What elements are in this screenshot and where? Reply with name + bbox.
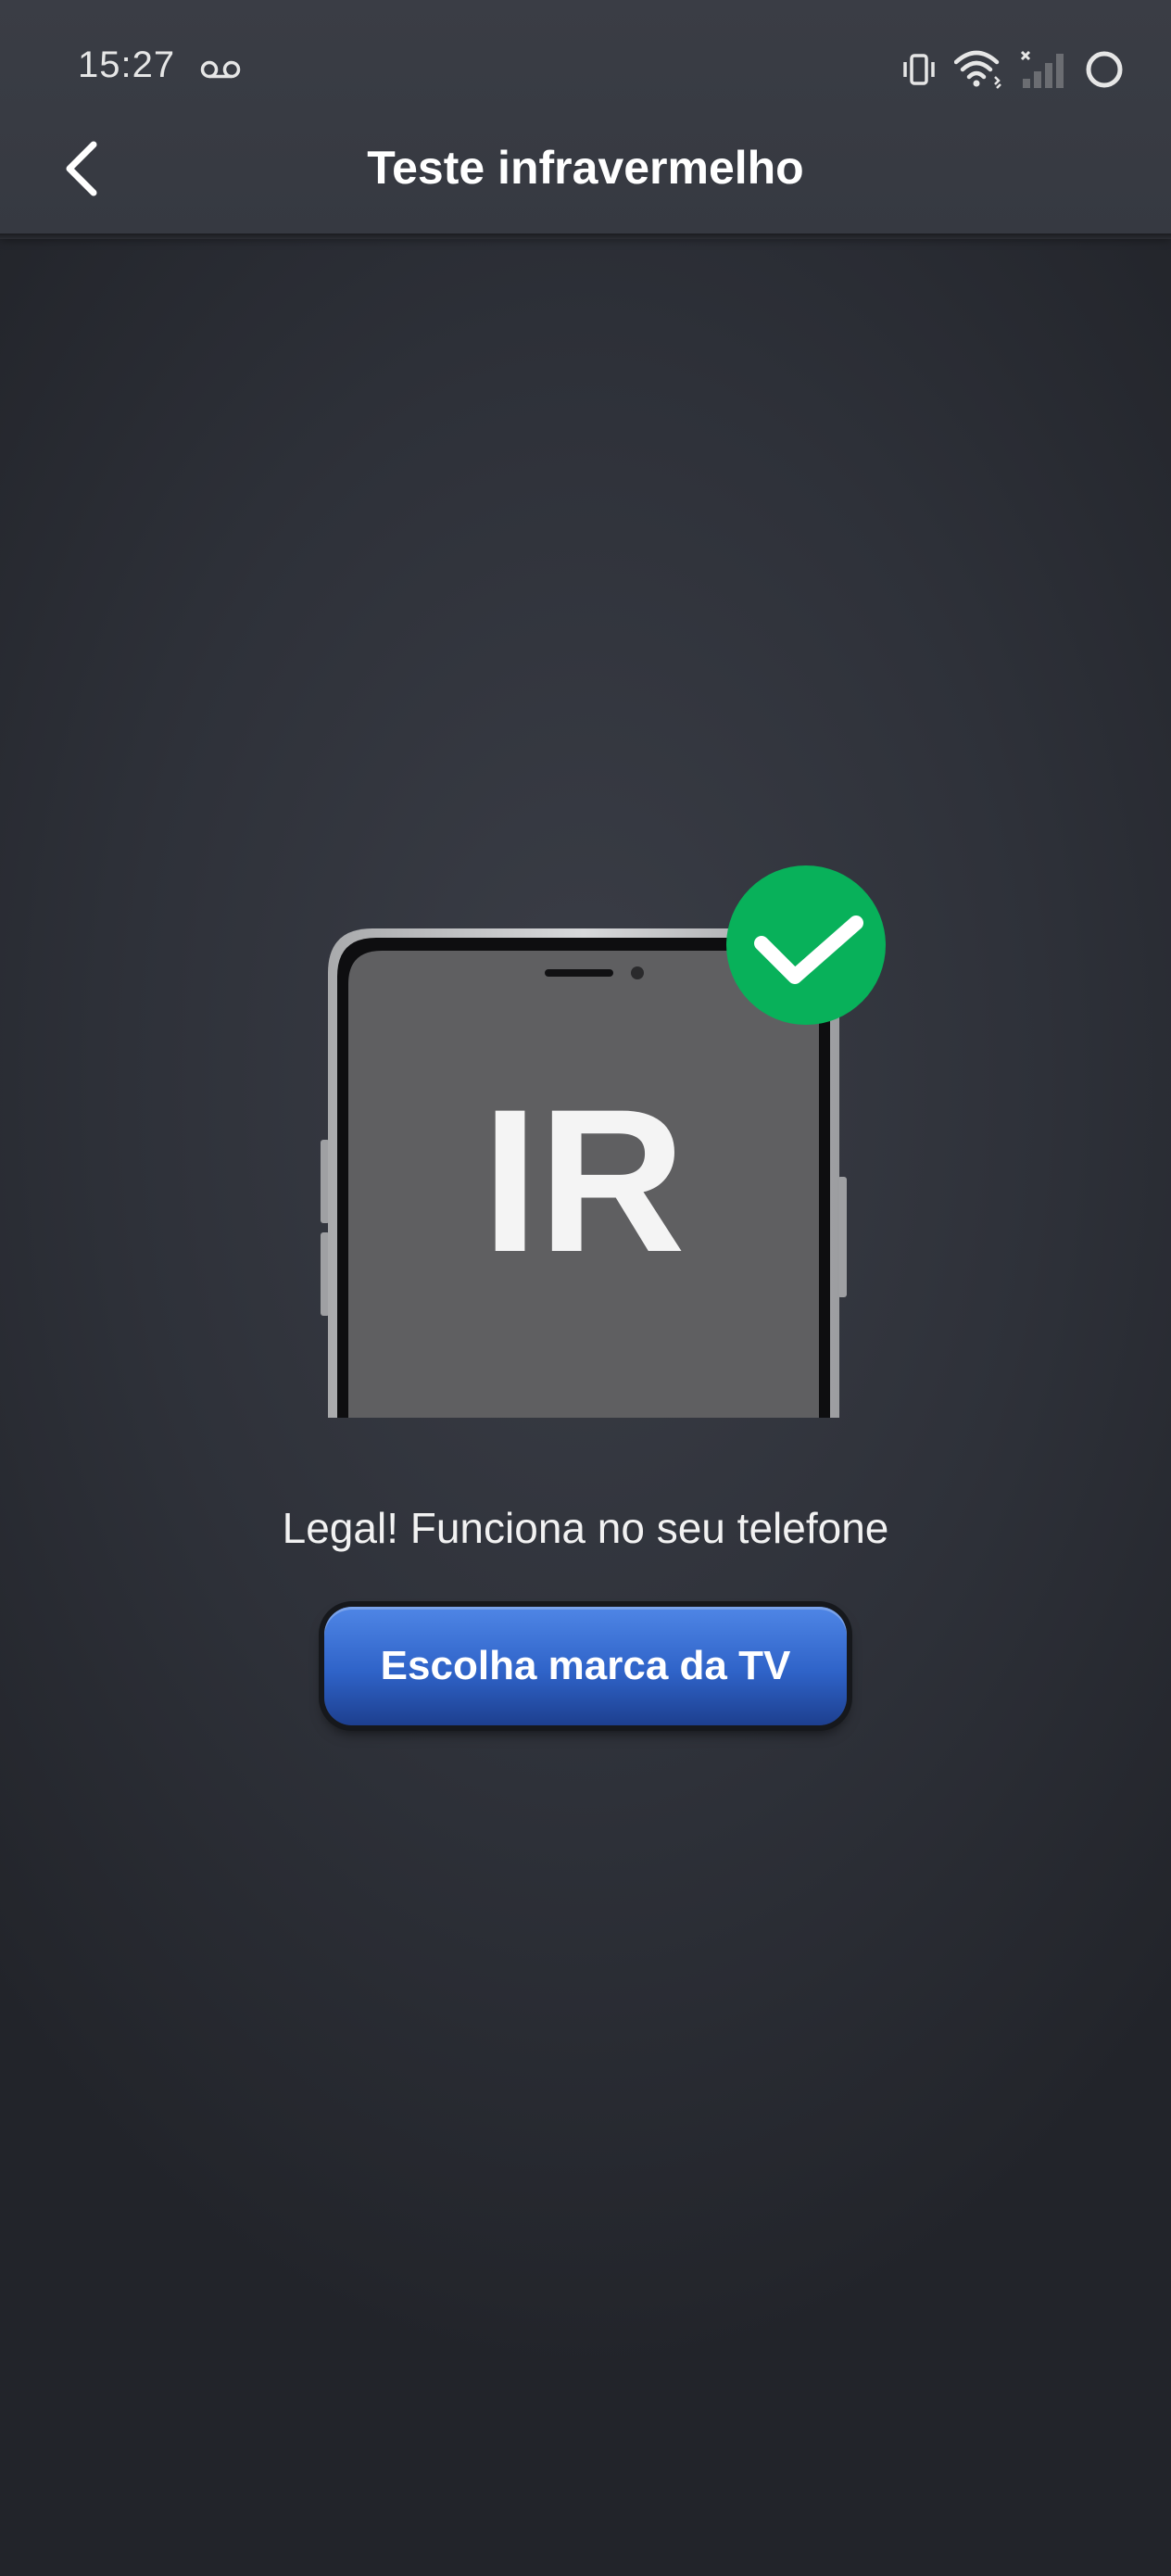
success-message: Legal! Funciona no seu telefone: [282, 1504, 889, 1552]
choose-tv-brand-button[interactable]: Escolha marca da TV: [324, 1607, 847, 1725]
status-time: 15:27: [78, 44, 176, 85]
wifi-icon: [954, 50, 1001, 89]
header-divider: [0, 234, 1171, 239]
ir-phone-illustration: IR: [321, 865, 886, 1418]
app-screen: 15:27 Teste infravermelho IR Legal! Func…: [0, 0, 1171, 2576]
ir-label: IR: [482, 1067, 686, 1294]
voicemail-icon: [200, 60, 241, 79]
status-icons: [900, 46, 1125, 93]
page-title: Teste infravermelho: [367, 142, 804, 194]
loading-circle-icon: [1086, 51, 1123, 88]
vibrate-icon: [903, 54, 935, 85]
signal-off-icon: [1020, 50, 1064, 88]
top-bar: 15:27 Teste infravermelho: [0, 0, 1171, 234]
success-badge: [726, 865, 886, 1025]
